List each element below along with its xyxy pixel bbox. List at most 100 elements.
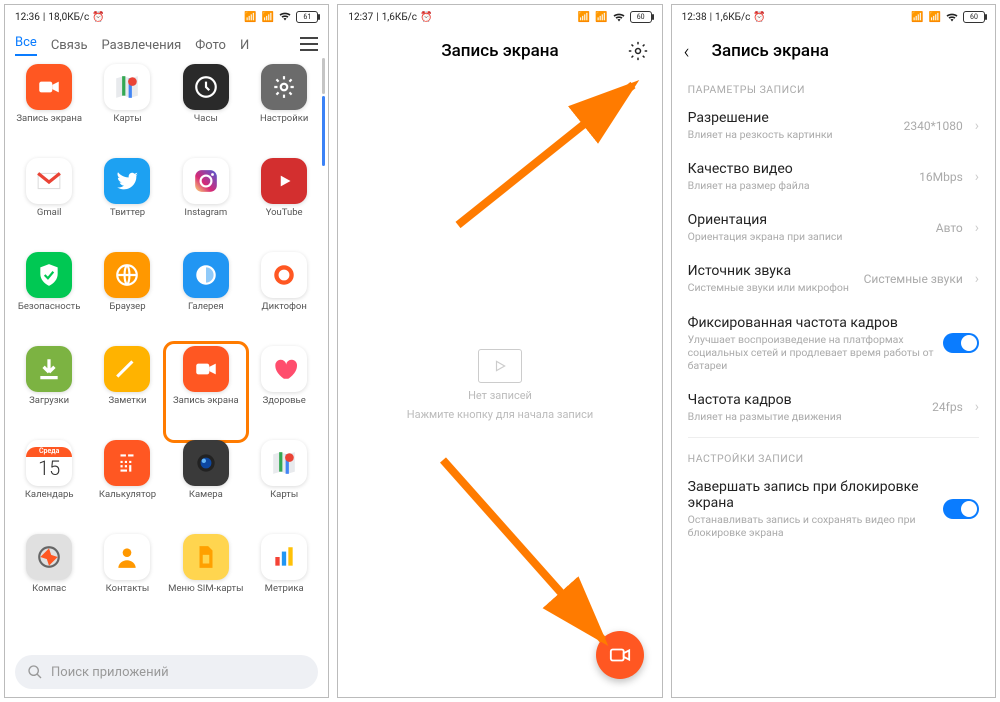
gmaps-icon [104, 64, 150, 110]
app-метрика[interactable]: Метрика [246, 534, 322, 626]
app-карты[interactable]: Карты [246, 440, 322, 532]
tw-icon [104, 158, 150, 204]
hamburger-icon[interactable] [300, 37, 318, 55]
search-icon [27, 664, 43, 680]
app-запись-экрана[interactable]: Запись экрана [168, 346, 244, 438]
row-value: 16Mbps [919, 170, 963, 184]
app-диктофон[interactable]: Диктофон [246, 252, 322, 344]
app-меню-sim-карты[interactable]: Меню SIM-карты [168, 534, 244, 626]
record-button[interactable] [596, 631, 644, 679]
app-калькулятор[interactable]: Калькулятор [89, 440, 165, 532]
empty-title: Нет записей [468, 389, 532, 402]
row-subtitle: Улучшает воспроизведение на платформах с… [688, 333, 935, 372]
gear-icon [628, 41, 648, 61]
chevron-right-icon: › [975, 169, 979, 185]
app-instagram[interactable]: Instagram [168, 158, 244, 250]
settings-row[interactable]: РазрешениеВлияет на резкость картинки234… [672, 100, 995, 151]
app-контакты[interactable]: Контакты [89, 534, 165, 626]
row-subtitle: Влияет на размытие движения [688, 410, 925, 423]
page-title: Запись экрана [441, 41, 558, 61]
status-net: 1,6КБ/с [715, 12, 750, 23]
toggle-switch[interactable] [943, 499, 979, 519]
cam-icon [183, 346, 229, 392]
app-запись-экрана[interactable]: Запись экрана [11, 64, 87, 156]
empty-state: Нет записей Нажмите кнопку для начала за… [338, 73, 661, 697]
bars-icon [261, 534, 307, 580]
status-net: 1,6КБ/с [382, 12, 417, 23]
app-заметки[interactable]: Заметки [89, 346, 165, 438]
app-label: Галерея [188, 302, 224, 312]
battery-icon: 61 [296, 11, 318, 23]
yt-icon [261, 158, 307, 204]
tab-connect[interactable]: Связь [51, 38, 88, 53]
app-gmail[interactable]: Gmail [11, 158, 87, 250]
app-label: Контакты [106, 584, 150, 594]
tab-all[interactable]: Все [15, 35, 37, 56]
app-браузер[interactable]: Браузер [89, 252, 165, 344]
row-value: 24fps [932, 400, 963, 414]
back-button[interactable]: ‹ [684, 39, 690, 63]
row-title: Качество видео [688, 161, 911, 177]
settings-list: Завершать запись при блокировке экранаОс… [672, 469, 995, 549]
search-apps[interactable]: Поиск приложений [15, 655, 318, 689]
globe-icon [104, 252, 150, 298]
sim-icon [183, 534, 229, 580]
app-календарь[interactable]: Среда15Календарь [11, 440, 87, 532]
app-здоровье[interactable]: Здоровье [246, 346, 322, 438]
app-label: Безопасность [18, 302, 81, 312]
app-label: Твиттер [110, 208, 145, 218]
settings-row[interactable]: Фиксированная частота кадровУлучшает вос… [672, 305, 995, 382]
tab-photo[interactable]: Фото [195, 38, 226, 53]
app-label: Компас [32, 584, 66, 594]
status-time: 12:38 [682, 12, 707, 23]
app-твиттер[interactable]: Твиттер [89, 158, 165, 250]
app-label: Меню SIM-карты [168, 584, 243, 594]
settings-row[interactable]: Завершать запись при блокировке экранаОс… [672, 469, 995, 549]
app-label: Карты [113, 114, 141, 124]
settings-row[interactable]: Частота кадровВлияет на размытие движени… [672, 382, 995, 433]
tab-entertainment[interactable]: Развлечения [102, 38, 182, 53]
app-безопасность[interactable]: Безопасность [11, 252, 87, 344]
gmail-icon [26, 158, 72, 204]
con-icon [104, 534, 150, 580]
app-label: Запись экрана [173, 396, 239, 406]
status-bar: 12:38| 1,6КБ/с ⏰ 📶 📶 60 [672, 5, 995, 29]
app-компас[interactable]: Компас [11, 534, 87, 626]
app-загрузки[interactable]: Загрузки [11, 346, 87, 438]
settings-button[interactable] [628, 41, 648, 66]
search-placeholder: Поиск приложений [51, 665, 169, 680]
settings-row[interactable]: Качество видео Влияет на размер файла 16Mb… [672, 151, 995, 202]
app-label: YouTube [266, 208, 303, 218]
settings-row[interactable]: ОриентацияОриентация экрана при записиАв… [672, 202, 995, 253]
status-time: 12:37 [348, 12, 373, 23]
signal-icon: 📶 [262, 12, 274, 23]
signal-icon: 📶 [244, 12, 256, 23]
app-галерея[interactable]: Галерея [168, 252, 244, 344]
toggle-switch[interactable] [943, 333, 979, 353]
app-часы[interactable]: Часы [168, 64, 244, 156]
app-карты[interactable]: Карты [89, 64, 165, 156]
settings-row[interactable]: Источник звукаСистемные звуки или микроф… [672, 253, 995, 304]
row-title: Разрешение [688, 110, 896, 126]
camcorder-icon [609, 644, 631, 666]
row-value: Авто [936, 221, 963, 235]
row-subtitle: Влияет на размер файла [688, 179, 911, 192]
section-header: НАСТРОЙКИ ЗАПИСИ [672, 442, 995, 469]
app-камера[interactable]: Камера [168, 440, 244, 532]
scrollbar-thumb[interactable] [322, 96, 325, 166]
app-label: Карты [270, 490, 298, 500]
chevron-right-icon: › [975, 271, 979, 287]
row-title: Завершать запись при блокировке экрана [688, 479, 935, 511]
app-настройки[interactable]: Настройки [246, 64, 322, 156]
ig-icon [183, 158, 229, 204]
rec-icon [261, 252, 307, 298]
clock-icon [183, 64, 229, 110]
gmaps-icon [261, 440, 307, 486]
status-bar: 12:36 | 18,0КБ/с ⏰ 📶 📶 61 [5, 5, 328, 29]
app-label: Калькулятор [99, 490, 156, 500]
header: ‹ Запись экрана [672, 29, 995, 73]
tab-more[interactable]: И [240, 38, 249, 53]
app-youtube[interactable]: YouTube [246, 158, 322, 250]
phone-recorder-settings: 12:38| 1,6КБ/с ⏰ 📶 📶 60 ‹ Запись экрана … [671, 4, 996, 698]
app-label: Камера [189, 490, 223, 500]
